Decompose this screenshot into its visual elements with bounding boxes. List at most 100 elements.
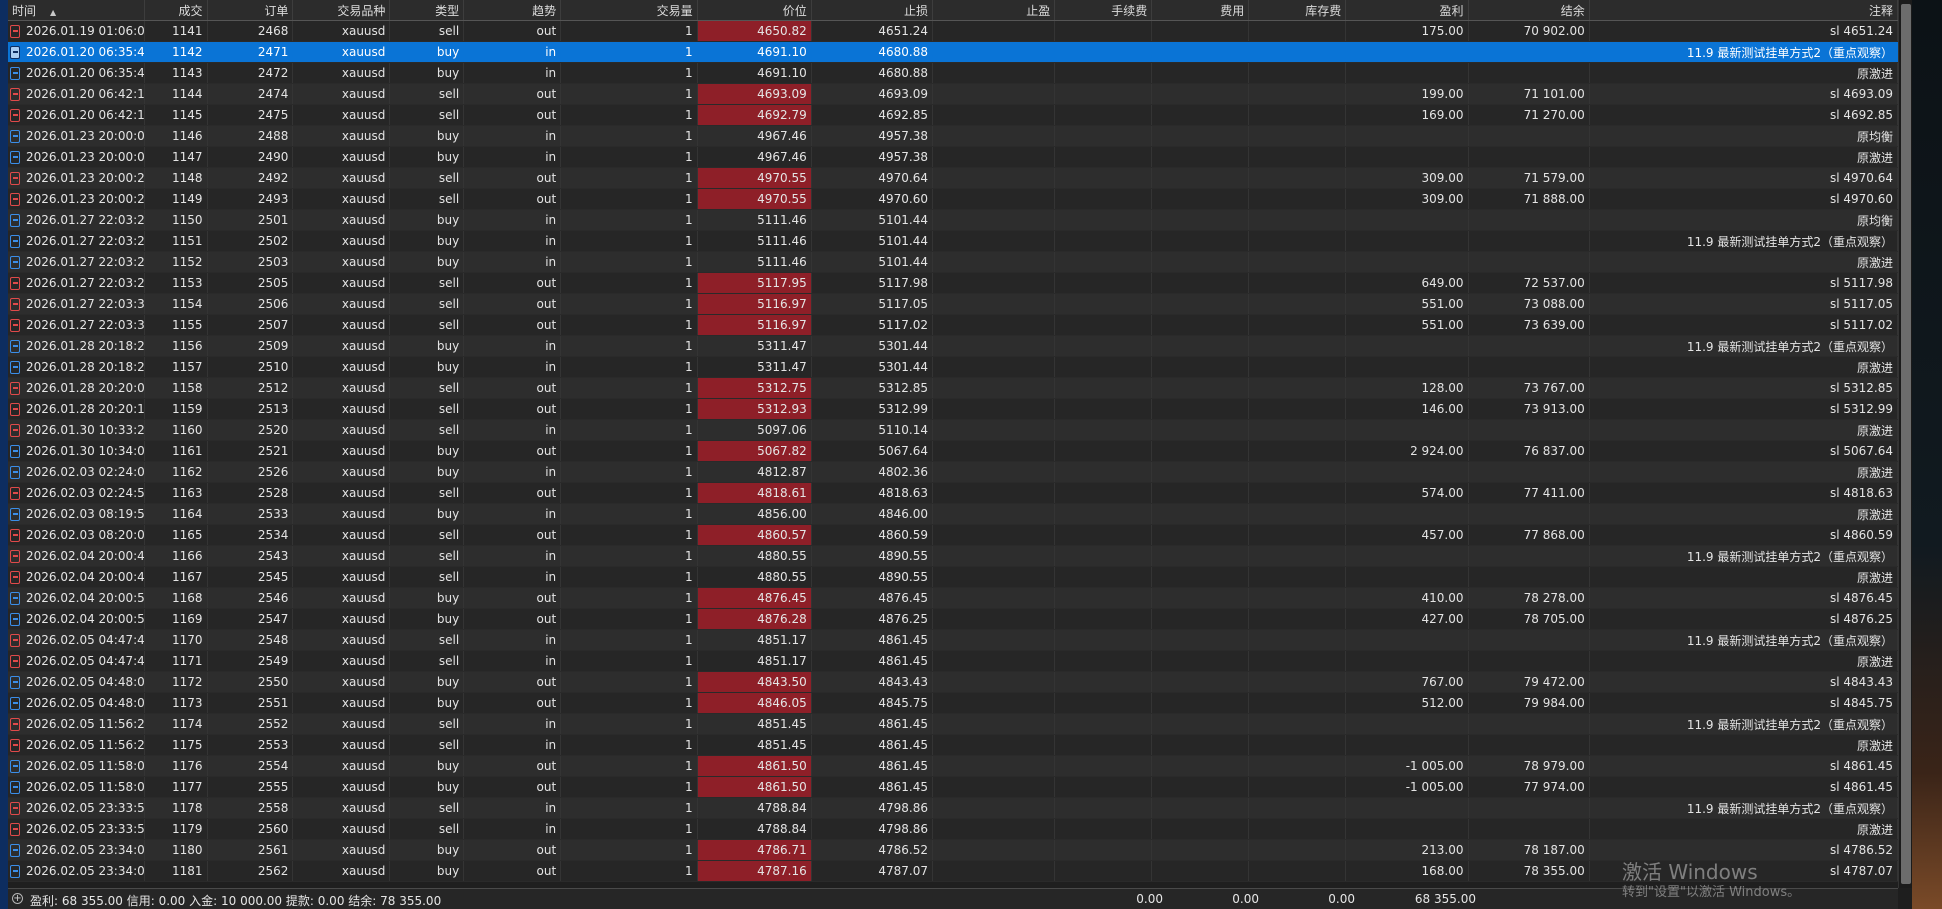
column-header-time[interactable]: 时间 ▲ xyxy=(8,0,145,21)
time-text: 2026.01.30 10:33:28 xyxy=(26,423,145,437)
direction-cell: in xyxy=(463,629,562,651)
table-row[interactable]: 2026.01.27 22:03:25 1152 2503 xauusd buy in 1 5… xyxy=(8,251,1898,273)
buy-icon xyxy=(10,151,20,164)
table-row[interactable]: 2026.02.05 11:56:23 1174 2552 xauusd sell in 1… xyxy=(8,713,1898,735)
symbol-cell: xauusd xyxy=(292,650,391,672)
table-row[interactable]: 2026.02.03 08:19:58 1164 2533 xauusd buy in 1 4… xyxy=(8,503,1898,525)
sl-cell: 4861.45 xyxy=(811,755,934,777)
table-row[interactable]: 2026.02.03 02:24:05 1162 2526 xauusd buy in 1 4… xyxy=(8,461,1898,483)
table-row[interactable]: 2026.02.03 08:20:05 1165 2534 xauusd sell out… xyxy=(8,524,1898,546)
table-row[interactable]: 2026.01.20 06:35:43 1142 2471 xauusd buy in 1 4… xyxy=(8,41,1898,63)
table-row[interactable]: 2026.02.05 23:33:51 1179 2560 xauusd sell in 1… xyxy=(8,818,1898,840)
table-row[interactable]: 2026.01.30 10:33:28 1160 2520 xauusd sell in 1… xyxy=(8,419,1898,441)
sl-cell: 4860.59 xyxy=(811,524,934,546)
deal-cell: 1145 xyxy=(144,104,208,126)
column-header-symbol[interactable]: 交易品种 xyxy=(292,0,391,21)
price-cell: 4691.10 xyxy=(697,41,812,63)
table-row[interactable]: 2026.02.04 20:00:51 1168 2546 xauusd buy out 1… xyxy=(8,587,1898,609)
order-cell: 2561 xyxy=(207,839,294,861)
table-row[interactable]: 2026.02.04 20:00:43 1166 2543 xauusd sell in 1… xyxy=(8,545,1898,567)
column-header-tp[interactable]: 止盈 xyxy=(932,0,1056,21)
table-row[interactable]: 2026.01.27 22:03:33 1154 2506 xauusd sell out… xyxy=(8,293,1898,315)
symbol-cell: xauusd xyxy=(292,104,391,126)
table-row[interactable]: 2026.01.27 22:03:25 1150 2501 xauusd buy in 1 5… xyxy=(8,209,1898,231)
time-text: 2026.02.04 20:00:51 xyxy=(26,591,145,605)
column-header-sl[interactable]: 止损 xyxy=(811,0,934,21)
table-row[interactable]: 2026.02.04 20:00:53 1169 2547 xauusd buy out 1… xyxy=(8,608,1898,630)
balance-cell xyxy=(1468,650,1590,672)
table-row[interactable]: 2026.01.23 20:00:06 1147 2490 xauusd buy in 1 4… xyxy=(8,146,1898,168)
swap-cell xyxy=(1248,566,1347,588)
column-header-order[interactable]: 订单 xyxy=(207,0,294,21)
table-row[interactable]: 2026.01.23 20:00:28 1149 2493 xauusd sell out… xyxy=(8,188,1898,210)
table-row[interactable]: 2026.02.05 04:48:02 1173 2551 xauusd buy out 1… xyxy=(8,692,1898,714)
table-row[interactable]: 2026.01.27 22:03:33 1155 2507 xauusd sell out… xyxy=(8,314,1898,336)
comment-cell: sl 4786.52 xyxy=(1589,839,1898,861)
table-row[interactable]: 2026.01.28 20:18:22 1157 2510 xauusd buy in 1 5… xyxy=(8,356,1898,378)
column-header-swap[interactable]: 库存费 xyxy=(1248,0,1347,21)
volume-cell: 1 xyxy=(560,860,698,882)
swap-cell xyxy=(1248,209,1347,231)
fee-cell xyxy=(1151,461,1250,483)
column-header-direction[interactable]: 趋势 xyxy=(463,0,562,21)
table-row[interactable]: 2026.02.05 23:34:09 1181 2562 xauusd buy out 1… xyxy=(8,860,1898,882)
column-header-type[interactable]: 类型 xyxy=(389,0,465,21)
commission-cell xyxy=(1054,482,1153,504)
table-row[interactable]: 2026.02.05 11:56:23 1175 2553 xauusd sell in 1… xyxy=(8,734,1898,756)
balance-cell xyxy=(1468,461,1590,483)
buy-icon xyxy=(10,214,20,227)
column-header-comment[interactable]: 注释 xyxy=(1589,0,1898,21)
time-cell: 2026.01.23 20:00:06 xyxy=(8,146,145,168)
table-row[interactable]: 2026.01.27 22:03:25 1151 2502 xauusd buy in 1 5… xyxy=(8,230,1898,252)
table-row[interactable]: 2026.01.20 06:42:13 1144 2474 xauusd sell out… xyxy=(8,83,1898,105)
tp-cell xyxy=(932,398,1056,420)
column-header-price[interactable]: 价位 xyxy=(697,0,812,21)
type-cell: sell xyxy=(389,524,465,546)
tp-cell xyxy=(932,146,1056,168)
table-row[interactable]: 2026.02.05 04:47:48 1171 2549 xauusd sell in 1… xyxy=(8,650,1898,672)
table-row[interactable]: 2026.01.27 22:03:28 1153 2505 xauusd sell out… xyxy=(8,272,1898,294)
table-row[interactable]: 2026.01.20 06:42:16 1145 2475 xauusd sell out… xyxy=(8,104,1898,126)
column-header-profit[interactable]: 盈利 xyxy=(1345,0,1469,21)
profit-cell xyxy=(1345,734,1469,756)
table-row[interactable]: 2026.02.05 04:47:48 1170 2548 xauusd sell in 1… xyxy=(8,629,1898,651)
table-row[interactable]: 2026.02.05 23:33:51 1178 2558 xauusd sell in 1… xyxy=(8,797,1898,819)
time-text: 2026.01.27 22:03:25 xyxy=(26,234,145,248)
direction-cell: out xyxy=(463,524,562,546)
order-cell: 2507 xyxy=(207,314,294,336)
column-header-volume[interactable]: 交易量 xyxy=(560,0,698,21)
symbol-cell: xauusd xyxy=(292,419,391,441)
scrollbar-thumb[interactable] xyxy=(1901,4,1911,884)
table-row[interactable]: 2026.02.03 02:24:56 1163 2528 xauusd sell out… xyxy=(8,482,1898,504)
table-row[interactable]: 2026.02.05 23:34:08 1180 2561 xauusd buy out 1… xyxy=(8,839,1898,861)
column-header-commission[interactable]: 手续费 xyxy=(1054,0,1153,21)
buy-icon xyxy=(10,592,20,605)
account-summary: 盈利: 68 355.00 信用: 0.00 入金: 10 000.00 提款:… xyxy=(30,894,442,908)
sl-cell: 4861.45 xyxy=(811,713,934,735)
table-row[interactable]: 2026.02.05 11:58:02 1176 2554 xauusd buy out 1… xyxy=(8,755,1898,777)
deal-cell: 1178 xyxy=(144,797,208,819)
vertical-scrollbar[interactable] xyxy=(1898,0,1913,888)
table-row[interactable]: 2026.02.05 11:58:02 1177 2555 xauusd buy out 1… xyxy=(8,776,1898,798)
table-row[interactable]: 2026.01.19 01:06:00 1141 2468 xauusd sell out… xyxy=(8,20,1898,42)
deal-cell: 1166 xyxy=(144,545,208,567)
column-header-deal[interactable]: 成交 xyxy=(144,0,208,21)
table-row[interactable]: 2026.01.28 20:20:09 1158 2512 xauusd sell out… xyxy=(8,377,1898,399)
column-header-balance[interactable]: 结余 xyxy=(1468,0,1590,21)
time-text: 2026.02.05 04:47:48 xyxy=(26,633,145,647)
table-row[interactable]: 2026.01.20 06:35:43 1143 2472 xauusd buy in 1 4… xyxy=(8,62,1898,84)
time-cell: 2026.01.30 10:34:02 xyxy=(8,440,145,462)
expand-plus-icon[interactable]: + xyxy=(12,893,23,904)
direction-cell: out xyxy=(463,776,562,798)
table-row[interactable]: 2026.02.04 20:00:43 1167 2545 xauusd sell in 1… xyxy=(8,566,1898,588)
table-row[interactable]: 2026.01.30 10:34:02 1161 2521 xauusd buy out 1… xyxy=(8,440,1898,462)
price-cell: 4967.46 xyxy=(697,146,812,168)
table-row[interactable]: 2026.01.28 20:20:11 1159 2513 xauusd sell out… xyxy=(8,398,1898,420)
table-row[interactable]: 2026.01.23 20:00:06 1146 2488 xauusd buy in 1 4… xyxy=(8,125,1898,147)
table-row[interactable]: 2026.01.28 20:18:22 1156 2509 xauusd buy in 1 5… xyxy=(8,335,1898,357)
table-row[interactable]: 2026.01.23 20:00:28 1148 2492 xauusd sell out… xyxy=(8,167,1898,189)
comment-cell: sl 5117.05 xyxy=(1589,293,1898,315)
column-header-fee[interactable]: 费用 xyxy=(1151,0,1250,21)
order-cell: 2554 xyxy=(207,755,294,777)
table-row[interactable]: 2026.02.05 04:48:00 1172 2550 xauusd buy out 1… xyxy=(8,671,1898,693)
